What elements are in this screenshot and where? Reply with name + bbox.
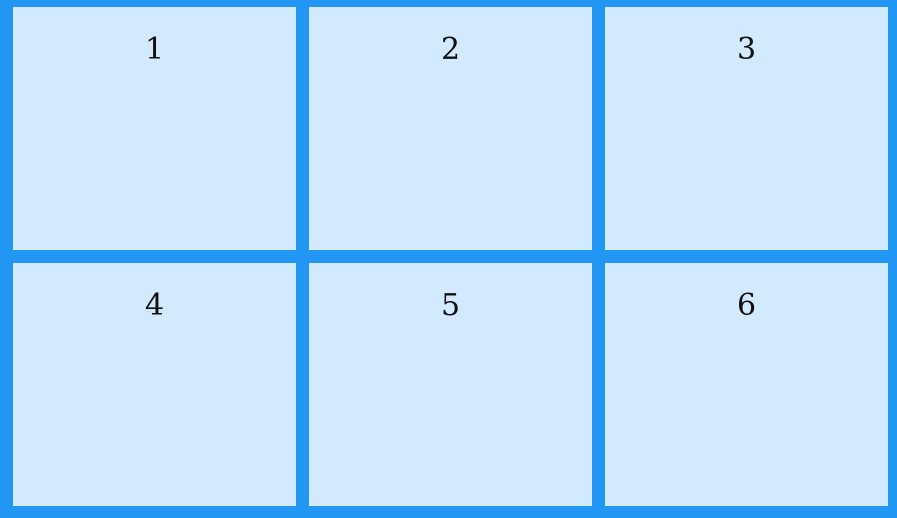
- grid-item-1: 1: [13, 7, 296, 250]
- grid-item-6: 6: [605, 263, 888, 506]
- grid-item-label: 2: [440, 32, 461, 67]
- grid-item-label: 4: [144, 288, 165, 323]
- grid-item-2: 2: [309, 7, 592, 250]
- grid-item-label: 6: [736, 288, 757, 323]
- grid-container: 1 2 3 4 5 6: [0, 0, 897, 518]
- grid-item-label: 5: [440, 288, 461, 323]
- grid-item-3: 3: [605, 7, 888, 250]
- grid-item-label: 1: [144, 32, 165, 67]
- grid-item-4: 4: [13, 263, 296, 506]
- grid-item-5: 5: [309, 263, 592, 506]
- grid-item-label: 3: [736, 32, 757, 67]
